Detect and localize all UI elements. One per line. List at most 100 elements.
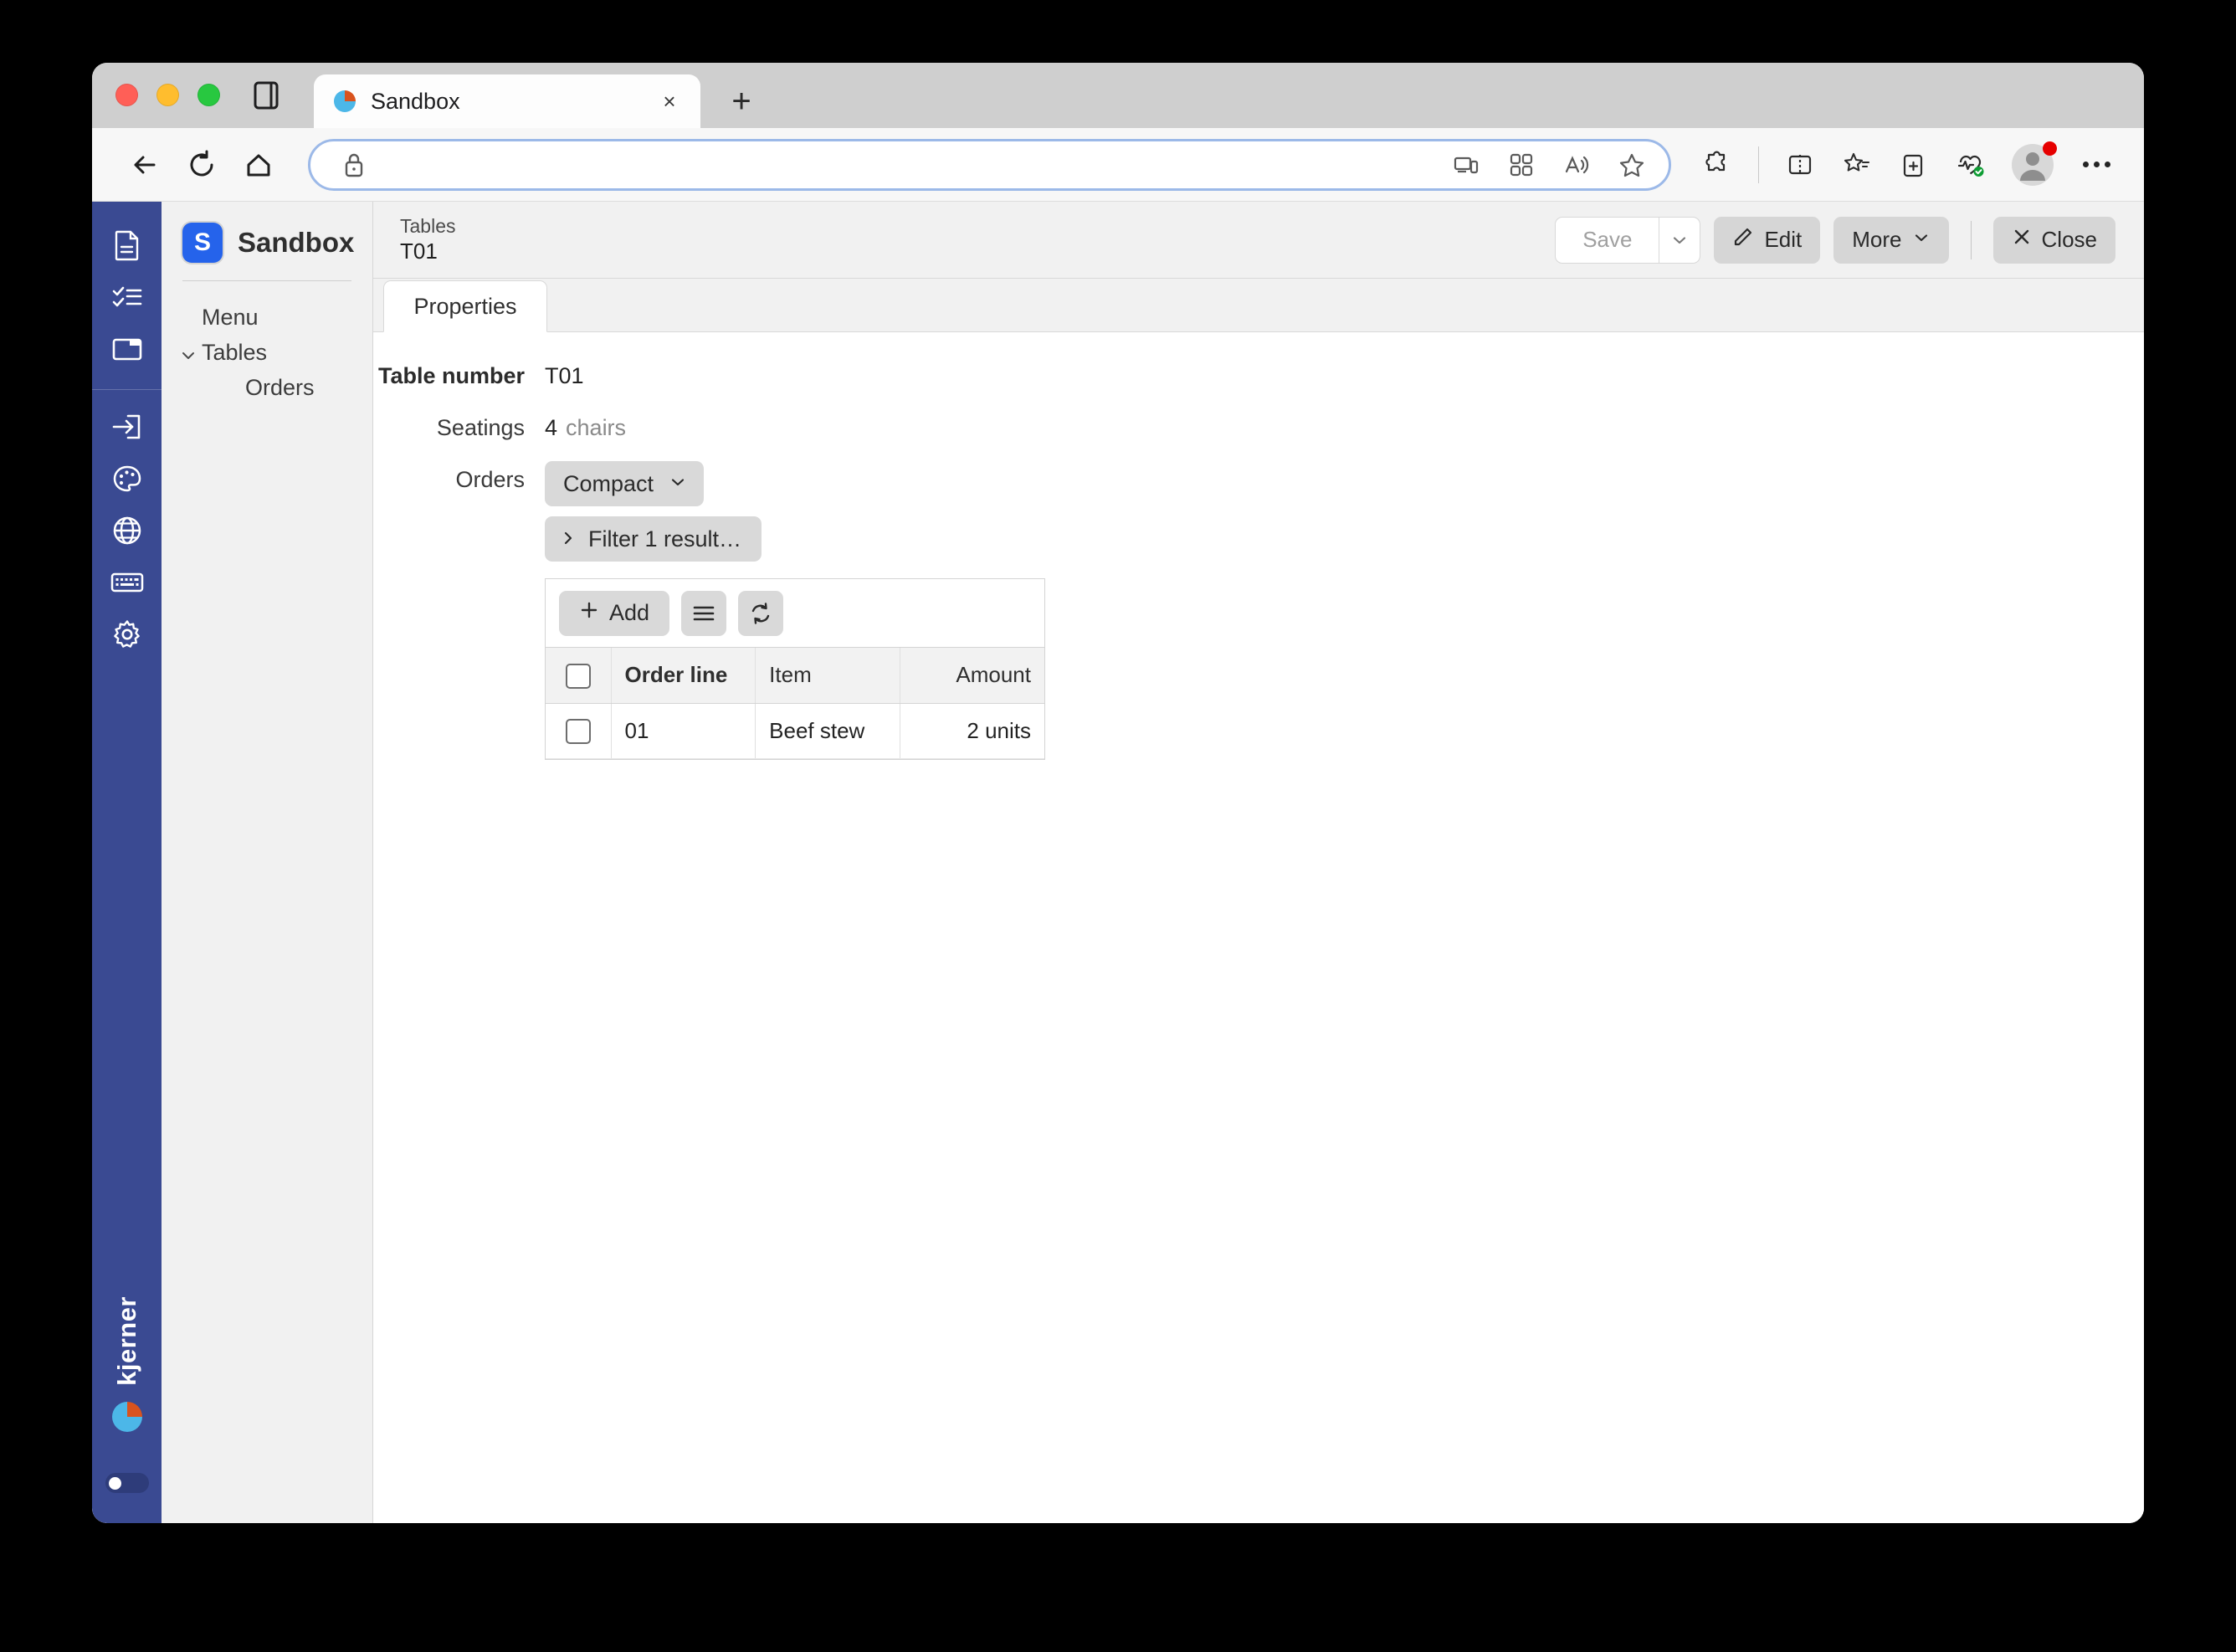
favorites-list-icon[interactable] — [1831, 139, 1883, 191]
field-table-number: Table number T01 — [373, 357, 2144, 394]
home-icon[interactable] — [233, 139, 285, 191]
save-split-button: Save — [1555, 216, 1701, 264]
extensions-puzzle-icon[interactable] — [1691, 139, 1743, 191]
orders-grid: Add Order line Item Amount 01 Beef stew … — [545, 578, 1045, 760]
row-checkbox[interactable] — [565, 719, 591, 745]
more-button[interactable]: More — [1833, 216, 1949, 264]
properties-form: Table number T01 Seatings 4 chairs Orders… — [373, 332, 2144, 1523]
pencil-icon — [1732, 226, 1754, 254]
chevron-down-icon[interactable] — [180, 344, 197, 361]
close-button[interactable]: Close — [1992, 216, 2115, 264]
edit-button[interactable]: Edit — [1714, 216, 1821, 264]
seatings-unit: chairs — [566, 415, 627, 440]
kjerner-pie-logo — [111, 1402, 142, 1432]
field-seatings: Seatings 4 chairs — [373, 409, 2144, 446]
gear-icon[interactable] — [104, 611, 151, 658]
filter-label: Filter 1 result… — [588, 526, 742, 552]
close-window-button[interactable] — [115, 83, 138, 106]
chevron-down-icon — [669, 471, 687, 497]
device-cast-icon[interactable] — [1444, 143, 1488, 187]
profile-notification-badge — [2043, 141, 2057, 156]
field-label: Seatings — [436, 415, 525, 440]
minimize-window-button[interactable] — [156, 83, 179, 106]
dot — [2104, 162, 2110, 167]
save-dropdown-icon[interactable] — [1659, 216, 1701, 264]
collections-add-icon[interactable] — [1888, 139, 1940, 191]
tab-list-icon[interactable] — [254, 63, 279, 128]
column-header-item[interactable]: Item — [755, 648, 900, 704]
toggle-knob — [108, 1476, 121, 1490]
icon-rail: kjerner — [92, 202, 162, 1523]
add-button-label: Add — [609, 600, 650, 625]
split-screen-icon[interactable] — [1774, 139, 1826, 191]
reload-icon[interactable] — [176, 139, 228, 191]
sidebar-item-menu[interactable]: Menu — [162, 300, 372, 335]
tab-properties[interactable]: Properties — [383, 280, 547, 332]
browser-tab-title: Sandbox — [371, 88, 460, 114]
save-button[interactable]: Save — [1555, 216, 1659, 264]
nav-items: Menu Tables Orders — [162, 281, 372, 405]
close-tab-icon[interactable]: × — [655, 87, 684, 115]
more-button-label: More — [1852, 227, 1902, 252]
select-all-header[interactable] — [546, 648, 612, 704]
globe-icon[interactable] — [104, 507, 151, 554]
rail-collapse-toggle[interactable] — [105, 1473, 149, 1493]
cell-amount: 2 units — [900, 703, 1044, 759]
field-value-group: 4 chairs — [545, 409, 626, 446]
rail-divider — [92, 389, 162, 390]
browser-window: Sandbox × + kjerner S Sandbox Menu Table… — [92, 63, 2144, 1523]
new-tab-icon[interactable]: + — [722, 74, 761, 128]
browser-more-icon[interactable] — [2072, 141, 2121, 189]
app-brand-name: Sandbox — [238, 227, 355, 258]
sidebar-item-orders[interactable]: Orders — [162, 370, 372, 405]
table-row[interactable]: 01 Beef stew 2 units — [546, 703, 1044, 759]
add-button[interactable]: Add — [559, 590, 670, 636]
close-button-label: Close — [2041, 227, 2097, 252]
breadcrumb-parent[interactable]: Tables — [400, 215, 455, 237]
lock-icon — [332, 143, 376, 187]
app-logo: S — [182, 223, 223, 263]
select-all-checkbox[interactable] — [565, 663, 591, 689]
sidebar-item-label: Menu — [202, 304, 259, 330]
window-icon[interactable] — [104, 326, 151, 372]
row-select-cell[interactable] — [546, 703, 612, 759]
address-input[interactable] — [387, 152, 1433, 177]
app-brand: S Sandbox — [162, 202, 372, 265]
sidebar-item-label: Tables — [202, 339, 268, 365]
cell-order-line: 01 — [611, 703, 756, 759]
palette-icon[interactable] — [104, 455, 151, 502]
orders-table: Order line Item Amount 01 Beef stew 2 un… — [546, 648, 1044, 759]
table-body: 01 Beef stew 2 units — [546, 703, 1044, 759]
page-title: T01 — [400, 239, 438, 264]
performance-heart-icon[interactable] — [1945, 139, 1997, 191]
login-arrow-icon[interactable] — [104, 403, 151, 450]
main-panel: Tables T01 Save Edit More Close Properti… — [373, 202, 2144, 1523]
refresh-icon[interactable] — [738, 590, 784, 636]
hamburger-menu-icon[interactable] — [681, 590, 727, 636]
kjerner-pie-favicon — [332, 89, 357, 114]
back-icon[interactable] — [119, 139, 171, 191]
sidebar-item-tables[interactable]: Tables — [162, 335, 372, 370]
avatar[interactable] — [2010, 141, 2057, 187]
sidebar-item-label: Orders — [245, 374, 315, 400]
record-header: Tables T01 Save Edit More Close — [373, 202, 2144, 279]
field-label: Orders — [455, 467, 525, 492]
plus-icon — [579, 600, 599, 626]
maximize-window-button[interactable] — [197, 83, 220, 106]
column-header-amount[interactable]: Amount — [900, 648, 1044, 704]
view-mode-select[interactable]: Compact — [545, 461, 705, 506]
qr-code-icon[interactable] — [1500, 143, 1543, 187]
column-header-order-line[interactable]: Order line — [611, 648, 756, 704]
address-bar[interactable] — [308, 138, 1671, 191]
document-icon[interactable] — [104, 222, 151, 269]
browser-tab[interactable]: Sandbox × — [314, 74, 700, 128]
favorite-star-icon[interactable] — [1610, 143, 1654, 187]
checklist-icon[interactable] — [104, 274, 151, 321]
toolbar-divider — [1758, 146, 1759, 183]
content-tab-bar: Properties — [373, 279, 2144, 332]
dot — [2082, 162, 2089, 167]
view-mode-label: Compact — [563, 470, 654, 496]
read-aloud-icon[interactable] — [1555, 143, 1598, 187]
keyboard-icon[interactable] — [104, 559, 151, 606]
filter-toggle[interactable]: Filter 1 result… — [545, 516, 762, 562]
